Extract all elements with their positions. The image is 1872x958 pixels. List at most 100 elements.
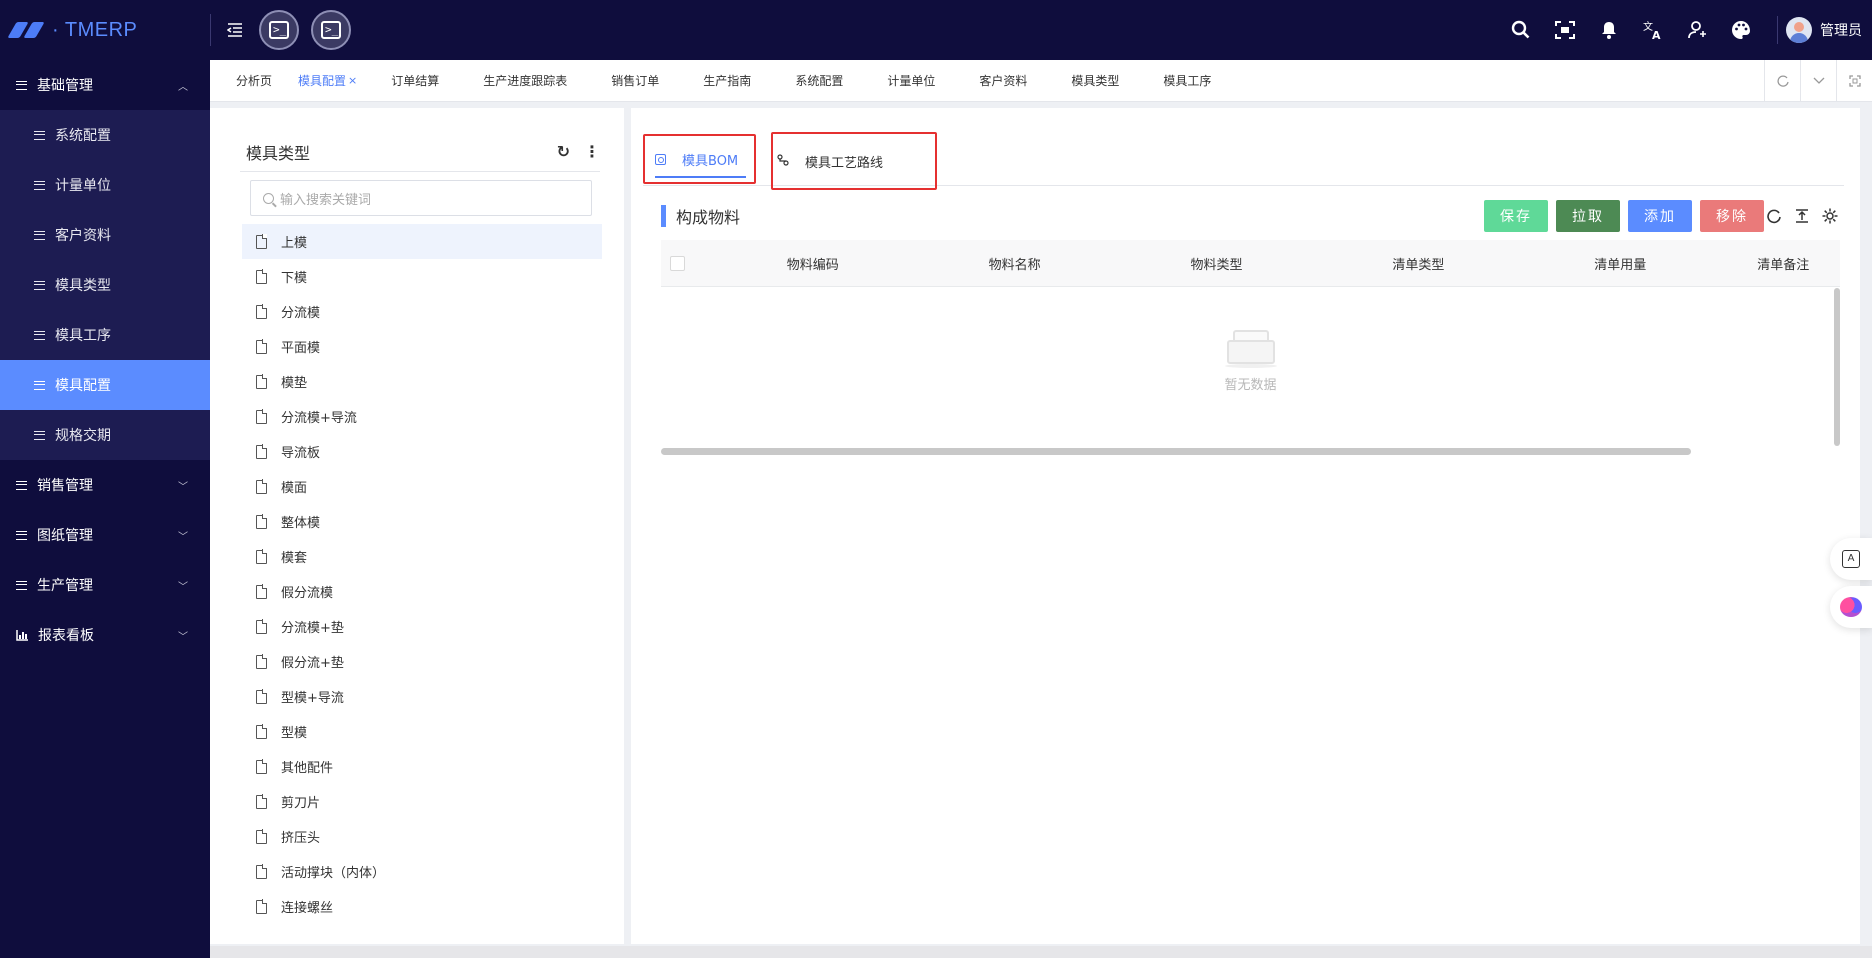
tree-item[interactable]: 上模 — [242, 224, 602, 259]
refresh-icon[interactable] — [1760, 204, 1788, 228]
tab-mold-route[interactable]: 模具工艺路线 — [771, 132, 937, 190]
column-header[interactable]: 物料名称 — [914, 254, 1116, 273]
more-icon[interactable]: ⋮ — [584, 142, 600, 161]
tab-units[interactable]: 计量单位 — [861, 60, 953, 102]
tab-label: 模具工艺路线 — [805, 155, 884, 171]
horizontal-scrollbar[interactable] — [661, 448, 1691, 455]
tree-item[interactable]: 假分流+垫 — [242, 644, 602, 679]
refresh-icon[interactable]: ↻ — [557, 142, 570, 161]
save-button[interactable]: 保存 — [1484, 200, 1548, 232]
tree-item-label: 模垫 — [281, 376, 308, 391]
sidebar-item-mold-config[interactable]: 模具配置 — [0, 360, 210, 410]
tree-item[interactable]: 下模 — [242, 259, 602, 294]
palette-icon[interactable] — [1719, 0, 1763, 60]
column-header[interactable]: 清单类型 — [1317, 254, 1519, 273]
column-header[interactable]: 清单用量 — [1519, 254, 1721, 273]
tree-item[interactable]: 分流模 — [242, 294, 602, 329]
tab-mold-bom[interactable]: 模具BOM — [643, 134, 756, 184]
sidebar-group-reports[interactable]: 报表看板 ﹀ — [0, 610, 210, 660]
tab-customers[interactable]: 客户资料 — [953, 60, 1045, 102]
file-icon — [256, 234, 268, 249]
tree-item[interactable]: 模套 — [242, 539, 602, 574]
chevron-down-icon: ﹀ — [178, 481, 188, 493]
sidebar-item-mold-process[interactable]: 模具工序 — [0, 310, 210, 360]
sidebar-item-system-config[interactable]: 系统配置 — [0, 110, 210, 160]
fullscreen-icon[interactable] — [1543, 0, 1587, 60]
file-icon — [256, 374, 268, 389]
tree-item[interactable]: 型模+导流 — [242, 679, 602, 714]
tab-production-guide[interactable]: 生产指南 — [677, 60, 769, 102]
sidebar-item-customers[interactable]: 客户资料 — [0, 210, 210, 260]
tree-item[interactable]: 分流模+垫 — [242, 609, 602, 644]
menu-icon — [34, 330, 45, 340]
ai-assistant-button[interactable] — [1830, 586, 1872, 628]
select-all-checkbox[interactable] — [670, 255, 685, 271]
tree-item[interactable]: 剪刀片 — [242, 784, 602, 819]
chevron-down-icon: ﹀ — [178, 531, 188, 543]
tree-item-label: 型模 — [281, 726, 308, 741]
user-menu[interactable]: 管理员 — [1786, 17, 1872, 43]
sidebar-group-basic[interactable]: 基础管理 ︿ — [0, 60, 210, 110]
sidebar-item-mold-types[interactable]: 模具类型 — [0, 260, 210, 310]
sidebar-group-production[interactable]: 生产管理 ﹀ — [0, 560, 210, 610]
maximize-icon[interactable] — [1836, 60, 1872, 102]
translate-icon: A — [1842, 550, 1860, 568]
translate-float-button[interactable]: A — [1830, 538, 1872, 580]
chevron-down-icon[interactable] — [1800, 60, 1836, 102]
vertical-scrollbar[interactable] — [1834, 288, 1840, 446]
page-horizontal-scrollbar[interactable] — [210, 946, 1872, 958]
tree-item[interactable]: 平面模 — [242, 329, 602, 364]
tree-item[interactable]: 导流板 — [242, 434, 602, 469]
column-height-icon[interactable] — [1788, 204, 1816, 228]
translate-icon[interactable]: 文A — [1631, 0, 1675, 60]
tree-item[interactable]: 挤压头 — [242, 819, 602, 854]
column-header[interactable]: 物料编码 — [712, 254, 914, 273]
column-header[interactable]: 清单备注 — [1721, 254, 1840, 273]
tab-mold-config[interactable]: 模具配置 × — [288, 60, 365, 102]
gear-icon[interactable] — [1816, 204, 1844, 228]
refresh-tab-icon[interactable] — [1764, 60, 1800, 102]
sidebar-item-spec-delivery[interactable]: 规格交期 — [0, 410, 210, 460]
tree-item[interactable]: 活动撑块（内体） — [242, 854, 602, 889]
tab-order-settlement[interactable]: 订单结算 — [365, 60, 457, 102]
tree-item[interactable]: 假分流模 — [242, 574, 602, 609]
file-icon — [256, 304, 268, 319]
logo[interactable]: · TMERP — [0, 19, 210, 42]
tree-item-label: 导流板 — [281, 446, 321, 461]
search-input[interactable]: 输入搜索关键词 — [250, 180, 592, 216]
sidebar-group-sales[interactable]: 销售管理 ﹀ — [0, 460, 210, 510]
tree-item[interactable]: 模面 — [242, 469, 602, 504]
user-switch-icon[interactable] — [1675, 0, 1719, 60]
section-title-text: 构成物料 — [676, 208, 741, 227]
tab-analysis[interactable]: 分析页 — [210, 60, 288, 102]
tree-item[interactable]: 模垫 — [242, 364, 602, 399]
action-buttons: 保存 拉取 添加 移除 — [1476, 200, 1764, 232]
tree-item[interactable]: 型模 — [242, 714, 602, 749]
tab-mold-process[interactable]: 模具工序 — [1137, 60, 1229, 102]
search-icon[interactable] — [1499, 0, 1543, 60]
terminal-button-2[interactable]: >_ — [311, 10, 351, 50]
tree-item[interactable]: 整体模 — [242, 504, 602, 539]
bell-icon[interactable] — [1587, 0, 1631, 60]
tab-sales-orders[interactable]: 销售订单 — [585, 60, 677, 102]
remove-button[interactable]: 移除 — [1700, 200, 1764, 232]
sidebar-item-units[interactable]: 计量单位 — [0, 160, 210, 210]
menu-collapse-icon[interactable] — [223, 18, 247, 42]
sidebar-group-drawings[interactable]: 图纸管理 ﹀ — [0, 510, 210, 560]
bom-icon — [655, 153, 666, 165]
tree-item[interactable]: 连接螺丝 — [242, 889, 602, 924]
terminal-button-1[interactable]: >_ — [259, 10, 299, 50]
tab-progress-tracking[interactable]: 生产进度跟踪表 — [457, 60, 585, 102]
close-icon[interactable]: × — [348, 74, 357, 87]
tree-item[interactable]: 分流模+导流 — [242, 399, 602, 434]
tab-system-config[interactable]: 系统配置 — [769, 60, 861, 102]
add-button[interactable]: 添加 — [1628, 200, 1692, 232]
menu-icon — [34, 180, 45, 190]
column-header[interactable]: 物料类型 — [1116, 254, 1318, 273]
pull-button[interactable]: 拉取 — [1556, 200, 1620, 232]
sidebar-submenu: 系统配置 计量单位 客户资料 模具类型 模具工序 模具配置 规格交期 — [0, 110, 210, 460]
tab-label: 模具配置 — [298, 74, 347, 88]
file-icon — [256, 584, 268, 599]
tree-item[interactable]: 其他配件 — [242, 749, 602, 784]
tab-mold-types[interactable]: 模具类型 — [1045, 60, 1137, 102]
